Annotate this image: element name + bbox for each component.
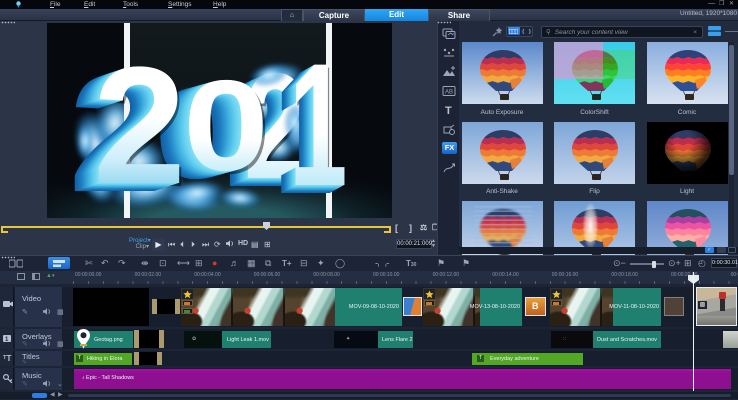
svg-text:T: T: [445, 105, 452, 116]
svg-text:AB: AB: [445, 89, 453, 95]
